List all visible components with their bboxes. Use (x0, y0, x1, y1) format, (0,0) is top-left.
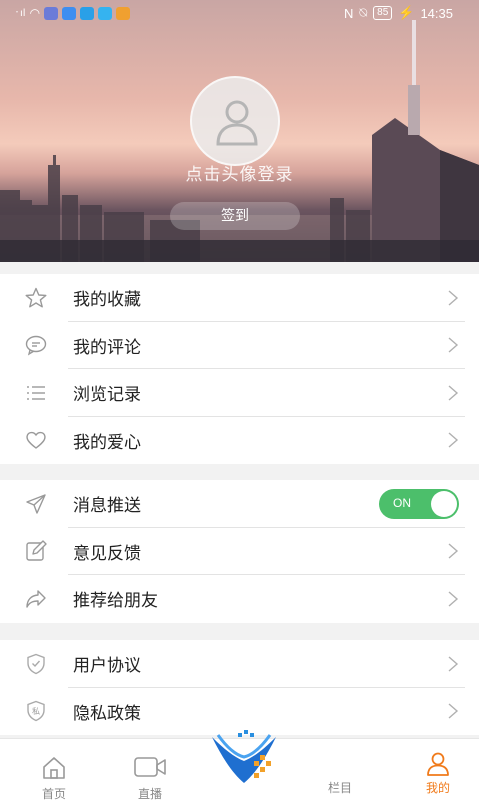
user-placeholder-icon (216, 100, 258, 146)
home-icon (43, 757, 65, 779)
list-item-label: 意见反馈 (73, 543, 141, 564)
list-item-label: 用户协议 (73, 656, 141, 677)
login-prompt[interactable]: 点击头像登录 (0, 160, 479, 185)
nfc-icon: N (343, 5, 354, 21)
send-icon (26, 494, 46, 514)
tab-columns[interactable]: 栏目 (300, 739, 380, 800)
list-item-label: 隐私政策 (73, 703, 141, 724)
chevron-right-icon (448, 656, 459, 672)
chevron-right-icon (448, 337, 459, 353)
mute-icon: ⍉ (359, 5, 368, 20)
tab-label: 栏目 (327, 781, 352, 795)
tab-mine[interactable]: 我的 (398, 739, 478, 800)
status-bar: ᛫ıl ◠ N ⍉ 85 ⚡ 14:35 (0, 0, 479, 26)
tab-label: 直播 (137, 787, 162, 800)
chevron-right-icon (448, 543, 459, 559)
clock: 14:35 (420, 5, 453, 21)
section-personal: 我的收藏 我的评论 浏览记录 我的爱心 (0, 274, 479, 464)
section-legal: 用户协议 私 隐私政策 (0, 640, 479, 735)
list-item-user-agreement[interactable]: 用户协议 (0, 640, 479, 688)
battery-icon: 85 (373, 6, 393, 20)
chevron-right-icon (448, 703, 459, 719)
share-icon (26, 590, 46, 608)
list-item-label: 浏览记录 (73, 385, 141, 406)
user-icon (427, 752, 449, 776)
toggle-knob (431, 490, 457, 517)
list-item-label: 我的收藏 (73, 290, 141, 311)
list-item-favorites[interactable]: 我的收藏 (0, 274, 479, 322)
app-notification-icon (80, 6, 95, 20)
list-item-likes[interactable]: 我的爱心 (0, 417, 479, 465)
status-right-icons: N ⍉ 85 ⚡ 14:35 (344, 5, 453, 21)
list-item-label: 消息推送 (73, 496, 141, 517)
checkin-button[interactable]: 签到 (170, 202, 300, 230)
comment-icon (25, 336, 47, 356)
tab-home[interactable]: 首页 (14, 739, 94, 800)
list-item-label: 我的评论 (73, 337, 141, 358)
list-item-history[interactable]: 浏览记录 (0, 369, 479, 417)
signal-icon: ᛫ıl (14, 7, 26, 19)
video-icon (134, 757, 166, 777)
chevron-right-icon (448, 591, 459, 607)
push-notification-toggle[interactable]: ON (379, 488, 459, 519)
wifi-icon: ◠ (29, 6, 41, 20)
profile-page: ᛫ıl ◠ N ⍉ 85 ⚡ 14:35 点击头像登录 签到 我的收藏 我的评论… (0, 0, 479, 800)
privacy-shield-icon: 私 (27, 701, 45, 722)
app-notification-icon (44, 6, 59, 20)
list-item-recommend[interactable]: 推荐给朋友 (0, 575, 479, 623)
privacy-badge: 私 (32, 707, 40, 716)
chevron-right-icon (448, 290, 459, 306)
shield-icon (27, 653, 45, 675)
app-notification-icon (116, 6, 131, 20)
tab-live[interactable]: 直播 (110, 739, 190, 800)
list-item-feedback[interactable]: 意见反馈 (0, 528, 479, 575)
tab-label: 首页 (41, 787, 66, 800)
avatar[interactable] (190, 76, 280, 166)
bottom-tab-bar: 首页 直播 栏目 我的 (0, 730, 479, 800)
tab-label: 我的 (425, 781, 450, 795)
edit-icon (26, 540, 47, 561)
profile-header: ᛫ıl ◠ N ⍉ 85 ⚡ 14:35 点击头像登录 签到 (0, 0, 479, 262)
app-notification-icon (98, 6, 113, 20)
section-settings: 消息推送 ON 意见反馈 推荐给朋友 (0, 480, 479, 623)
toggle-state-label: ON (393, 495, 411, 510)
list-item-comments[interactable]: 我的评论 (0, 322, 479, 369)
heart-icon (26, 432, 46, 450)
chevron-right-icon (448, 385, 459, 401)
list-item-label: 我的爱心 (73, 432, 141, 453)
list-item-push-notifications: 消息推送 ON (0, 480, 479, 528)
app-logo-icon[interactable] (208, 727, 280, 787)
list-icon (27, 386, 45, 400)
chevron-right-icon (448, 432, 459, 448)
list-item-label: 推荐给朋友 (73, 591, 158, 612)
app-notification-icon (62, 6, 77, 20)
star-icon (25, 287, 47, 308)
charging-icon: ⚡ (398, 5, 415, 20)
status-left-icons: ᛫ıl ◠ (14, 6, 131, 20)
